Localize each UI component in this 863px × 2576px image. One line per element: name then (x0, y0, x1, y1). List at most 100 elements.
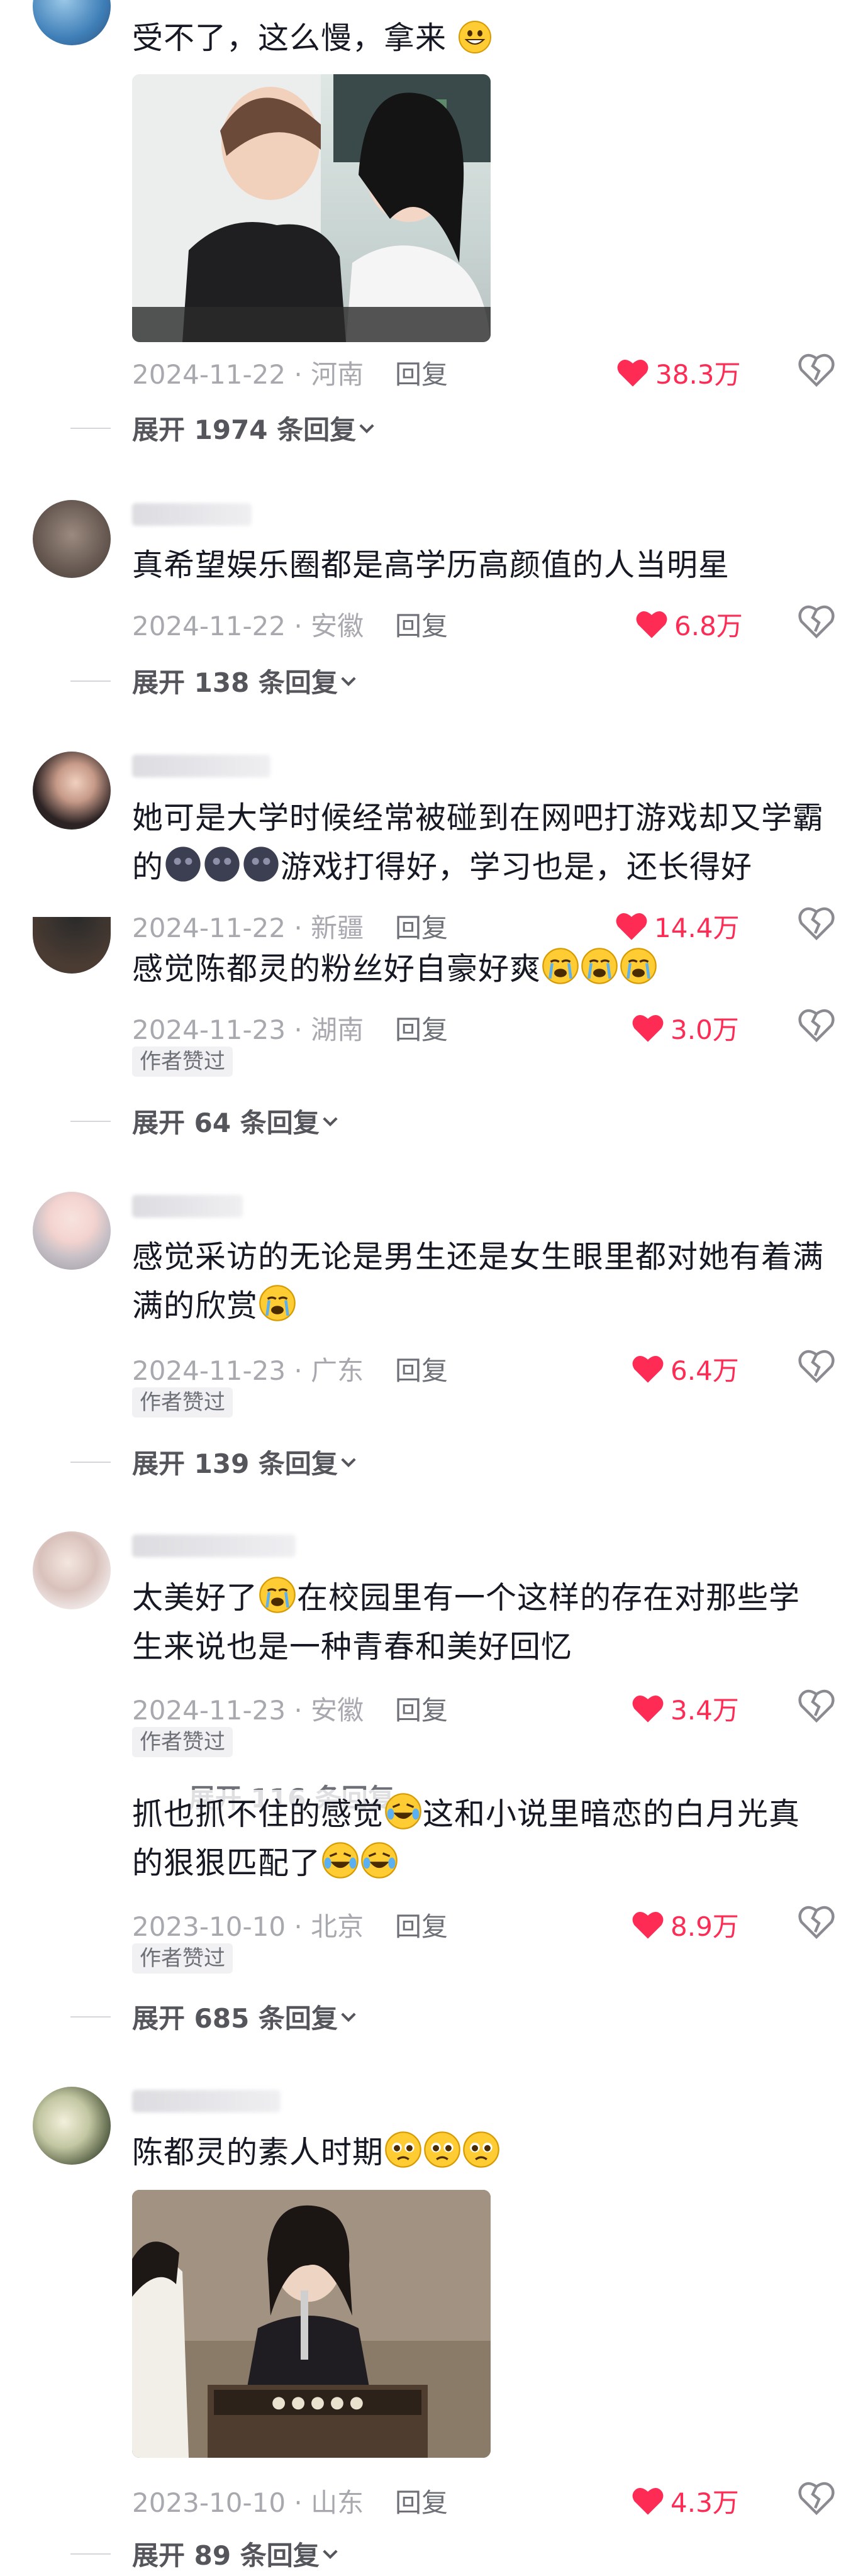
heart-filled-icon (617, 359, 649, 387)
comment-date-location: 2024-11-23 · 湖南 (132, 1014, 364, 1045)
comment-date-location: 2024-11-23 · 广东 (132, 1355, 364, 1386)
avatar[interactable] (33, 917, 111, 974)
username-blurred[interactable] (132, 503, 252, 526)
like-button[interactable]: 14.4万 (615, 907, 740, 945)
comment-text: 受不了，这么慢，拿来 (132, 14, 843, 63)
comment-text: 真希望娱乐圈都是高学历高颜值的人当明星 (132, 547, 730, 583)
expand-replies-label: 展开 64 条回复 (132, 1108, 320, 1138)
comment-text: 她可是大学时候经常被碰到在网吧打游戏却又学霸 的 游戏打得好，学习也是，还长得好 (132, 794, 843, 892)
heart-filled-icon (616, 913, 647, 940)
broken-heart-icon[interactable] (798, 1903, 835, 1941)
crying-face-emoji (259, 1577, 296, 1613)
reply-button[interactable]: 回复 (395, 1350, 448, 1388)
author-liked-tag: 作者赞过 (132, 1046, 233, 1077)
like-count: 38.3万 (655, 359, 741, 390)
like-button[interactable]: 3.0万 (632, 1009, 739, 1047)
comment-date-location: 2024-11-22 · 新疆 (132, 913, 364, 943)
like-button[interactable]: 8.9万 (632, 1906, 739, 1944)
expand-replies-button[interactable]: 展开 138 条回复 (70, 662, 359, 700)
comment-text-line-2: 的狠狠匹配了 (132, 1839, 843, 1888)
divider-line (70, 1120, 111, 1122)
expand-replies-button[interactable]: 展开 64 条回复 (70, 1102, 341, 1140)
reply-button[interactable]: 回复 (395, 1906, 448, 1944)
divider-line (70, 2016, 111, 2018)
expand-replies-button[interactable]: 展开 1974 条回复 (70, 409, 377, 447)
comment-text: 感觉陈都灵的粉丝好自豪好爽 (132, 945, 843, 994)
avatar[interactable] (33, 1531, 111, 1609)
dark-moon-face-emoji (204, 847, 240, 882)
expand-replies-button[interactable]: 展开 685 条回复 (70, 1997, 359, 2036)
reply-button[interactable]: 回复 (395, 353, 448, 392)
chevron-down-icon (341, 676, 356, 686)
divider-line (70, 427, 111, 429)
crying-face-emoji (581, 948, 618, 984)
avatar[interactable] (33, 2087, 111, 2165)
broken-heart-icon[interactable] (798, 2479, 835, 2517)
photo-woman-speaking-at-podium: ● ● ● ● ● (132, 2190, 491, 2458)
like-button[interactable]: 6.8万 (635, 605, 743, 643)
comment-photo[interactable]: ● ● ● ● ● (132, 2190, 491, 2458)
like-button[interactable]: 4.3万 (632, 2482, 739, 2520)
comment-text-line-1: 太美好了 在校园里有一个这样的存在对那些学 (132, 1574, 843, 1623)
avatar[interactable] (33, 1192, 111, 1270)
reply-button[interactable]: 回复 (395, 907, 448, 945)
divider-line (70, 1461, 111, 1463)
broken-heart-icon[interactable] (798, 351, 835, 389)
photo-two-people (132, 74, 491, 342)
comment-text: 感觉采访的无论是男生还是女生眼里都对她有着满 满的欣赏 (132, 1233, 843, 1331)
comment-text-line-1: 感觉采访的无论是男生还是女生眼里都对她有着满 (132, 1239, 825, 1275)
like-button[interactable]: 38.3万 (616, 353, 741, 392)
broken-heart-icon[interactable] (798, 904, 835, 942)
comment-date-location: 2023-10-10 · 山东 (132, 2487, 364, 2518)
dark-moon-face-emoji (165, 847, 201, 882)
broken-heart-icon[interactable] (798, 1006, 835, 1044)
reply-button[interactable]: 回复 (395, 1009, 448, 1047)
comment-text-part: 游戏打得好，学习也是，还长得好 (281, 849, 753, 885)
heart-filled-icon (636, 611, 667, 638)
like-button[interactable]: 6.4万 (632, 1350, 739, 1388)
heart-filled-icon (632, 1695, 664, 1723)
expand-replies-button[interactable]: 展开 139 条回复 (70, 1443, 359, 1481)
expand-replies-button[interactable]: 展开 89 条回复 (70, 2534, 341, 2573)
comment-text-line-2: 的 游戏打得好，学习也是，还长得好 (132, 843, 843, 892)
avatar[interactable] (33, 500, 111, 578)
comment-text-part: 在校园里有一个这样的存在对那些学 (297, 1580, 801, 1616)
laughing-tears-emoji (385, 1793, 421, 1829)
username-blurred[interactable] (132, 1195, 243, 1218)
reply-button[interactable]: 回复 (395, 605, 448, 643)
laughing-tears-emoji (322, 1842, 359, 1879)
pleading-face-emoji (385, 2131, 421, 2168)
heart-filled-icon (632, 2487, 664, 2515)
broken-heart-icon[interactable] (798, 1687, 835, 1724)
comment-text: 陈都灵的素人时期 (132, 2128, 843, 2177)
broken-heart-icon[interactable] (798, 1347, 835, 1385)
divider-line (70, 2553, 111, 2555)
username-blurred[interactable] (132, 2090, 281, 2112)
comment-date-location: 2024-11-23 · 安徽 (132, 1695, 364, 1726)
comment-text-line-1: 抓也抓不住的感觉 这和小说里暗恋的白月光真 (132, 1790, 843, 1839)
like-count: 14.4万 (654, 913, 740, 943)
comment-text-line-1: 她可是大学时候经常被碰到在网吧打游戏却又学霸 (132, 800, 825, 836)
like-count: 3.0万 (671, 1014, 739, 1045)
reply-button[interactable]: 回复 (395, 2482, 448, 2520)
crying-face-emoji (620, 948, 657, 984)
expand-replies-label: 展开 1974 条回复 (132, 414, 357, 445)
heart-filled-icon (632, 1911, 664, 1939)
comment-text-main: 感觉陈都灵的粉丝好自豪好爽 (132, 951, 542, 987)
pleading-face-emoji (463, 2131, 499, 2168)
reply-button[interactable]: 回复 (395, 1689, 448, 1728)
avatar[interactable] (33, 752, 111, 830)
comment-date-location: 2024-11-22 · 河南 (132, 359, 364, 390)
comment-text-part: 的狠狠匹配了 (132, 1845, 321, 1881)
comment-text-part: 太美好了 (132, 1580, 259, 1616)
username-blurred[interactable] (132, 1535, 296, 1557)
broken-heart-icon[interactable] (798, 602, 835, 640)
avatar[interactable] (33, 0, 111, 45)
pleading-face-emoji (424, 2131, 460, 2168)
like-button[interactable]: 3.4万 (632, 1689, 739, 1728)
like-count: 6.4万 (671, 1355, 739, 1386)
like-count: 8.9万 (671, 1911, 739, 1942)
comment-photo[interactable] (132, 74, 491, 342)
username-blurred[interactable] (132, 755, 270, 777)
chevron-down-icon (323, 2549, 338, 2559)
